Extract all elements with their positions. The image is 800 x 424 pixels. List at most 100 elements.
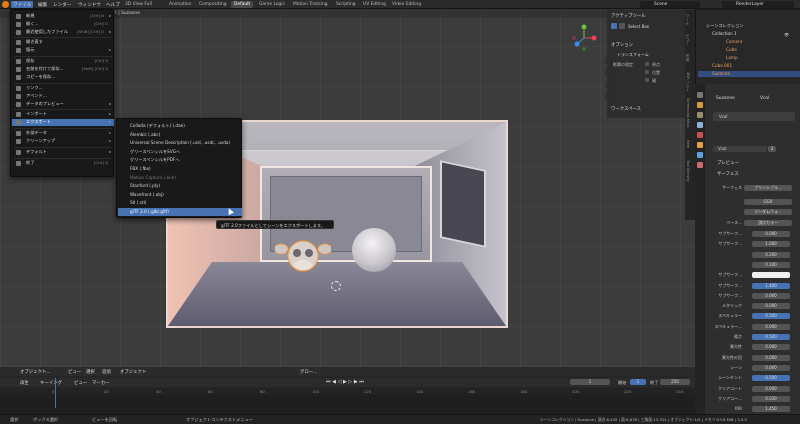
side-tab-create[interactable]: 作成	[686, 54, 691, 61]
outliner-camera[interactable]: Camera	[726, 39, 800, 45]
tab-default[interactable]: Default	[231, 1, 254, 8]
outliner-cube[interactable]: Cube	[726, 47, 800, 53]
tab-motion-tracking[interactable]: Motion Tracking	[290, 1, 331, 8]
viewport-object-menu[interactable]: オブジェクト	[120, 369, 146, 375]
transform-orientation-menu[interactable]: グロー...	[300, 369, 317, 375]
material-prop-field[interactable]	[752, 272, 790, 279]
material-prop-field[interactable]: 0.030	[752, 395, 790, 402]
menu-window[interactable]: ウィンドウ	[78, 2, 101, 8]
workspace-header[interactable]: ワークスペース	[611, 106, 641, 112]
menu-help[interactable]: ヘルプ	[106, 2, 120, 8]
view-layer-props-icon[interactable]	[697, 122, 703, 128]
export-item-stl[interactable]: Stl (.stl)	[118, 199, 242, 207]
material-prop-field[interactable]: 0.000	[752, 344, 790, 351]
material-prop-field[interactable]: 0.500	[752, 334, 790, 340]
timeline-view-menu[interactable]: ビュー	[74, 380, 87, 386]
timeline-marker-menu[interactable]: マーカー	[92, 380, 110, 386]
material-prop-field[interactable]: 0.000	[752, 323, 790, 330]
suzanne-monkey-object[interactable]	[275, 234, 331, 276]
material-prop-field[interactable]: 0.000	[752, 364, 790, 371]
material-users-count[interactable]: 3	[768, 146, 776, 152]
material-props-icon[interactable]	[697, 162, 703, 168]
outliner-scene-collection[interactable]: シーンコレクション	[706, 23, 800, 29]
distribution-field[interactable]: GGX	[744, 199, 792, 205]
file-menu-item-open[interactable]: 開く... [Ctrl] O	[12, 21, 114, 28]
menu-edit[interactable]: 編集	[38, 2, 47, 8]
material-prop-field[interactable]: 0.000	[752, 354, 790, 361]
render-props-icon[interactable]	[697, 102, 703, 108]
file-menu-item-revert[interactable]: 開き直す	[12, 39, 114, 46]
side-tab-item[interactable]: Item	[686, 140, 690, 148]
timeline-ruler[interactable]: 0 20 40 60 80 100 120 140 160 180 200 220 240	[0, 388, 695, 395]
material-prop-field[interactable]: 0.000	[752, 303, 790, 310]
side-tab-3d-print[interactable]: 3Dプリント	[686, 72, 691, 91]
origins-checkbox[interactable]	[645, 62, 649, 66]
material-prop-field[interactable]: 0.200	[752, 251, 790, 258]
subsurface-method-field[interactable]: ランダムウォ...	[744, 209, 792, 215]
outliner-suzanne[interactable]: Suzanne	[698, 71, 800, 77]
export-item-gltf[interactable]: glTF 2.0 (.glb/.gltf)	[118, 208, 242, 216]
file-menu-item-recover[interactable]: 復元 ▸	[12, 47, 114, 54]
material-prop-field[interactable]: 0.500	[752, 375, 790, 382]
timeline-tracks[interactable]	[0, 395, 695, 414]
file-menu-item-defaults[interactable]: デフォルト ▸	[12, 149, 114, 156]
file-menu-item-save[interactable]: 保存 [Ctrl] S	[12, 58, 114, 65]
file-menu-item-save-as[interactable]: 名前を付けて保存... [Shift] [Ctrl] S	[12, 66, 114, 73]
material-prop-field[interactable]: 0.000	[752, 231, 790, 237]
file-menu-item-open-recent[interactable]: 最近使用したファイル [Shift] [Ctrl] O ▸	[12, 29, 114, 36]
tab-compositing[interactable]: Compositing	[196, 1, 230, 8]
material-prop-field[interactable]: 1.000	[752, 241, 790, 248]
file-menu-item-clean-up[interactable]: クリーンアップ ▸	[12, 138, 114, 145]
outliner-lamp[interactable]: Lamp	[726, 55, 800, 61]
sphere-object[interactable]	[352, 228, 396, 272]
timeline-keying-menu[interactable]: キーイング	[40, 380, 62, 386]
file-menu-item-external-data[interactable]: 外部データ ▸	[12, 130, 114, 137]
material-prop-field[interactable]: 0.000	[752, 385, 790, 392]
file-menu-item-link[interactable]: リンク...	[12, 85, 114, 92]
material-prop-field[interactable]: 1.450	[752, 406, 790, 413]
tab-video-editing[interactable]: Video Editing	[389, 1, 424, 8]
material-prop-field[interactable]: 0.000	[752, 292, 790, 299]
material-prop-field[interactable]: 0.100	[752, 261, 790, 268]
navigation-gizmo-icon[interactable]	[570, 24, 598, 52]
timeline-playhead[interactable]	[55, 378, 56, 408]
scene-props-icon[interactable]	[697, 132, 703, 138]
side-tab-screencast-keys[interactable]: Screencast Keys	[686, 98, 690, 127]
export-item-usd[interactable]: Universal Scene Description (.usd, .usdc…	[118, 139, 242, 147]
menu-render[interactable]: レンダー	[53, 2, 71, 8]
side-tab-tool-density[interactable]: Tool Density	[686, 160, 690, 182]
tab-3d-view-full[interactable]: 3D View Full	[122, 1, 155, 8]
material-name-field[interactable]: Vcol	[713, 146, 767, 152]
material-slot-list[interactable]: Vcol	[713, 112, 795, 121]
material-prop-field[interactable]: 1.400	[752, 282, 790, 289]
locations-checkbox[interactable]	[645, 70, 649, 74]
file-menu-item-quit[interactable]: 終了 [Ctrl] Q	[12, 160, 114, 167]
output-props-icon[interactable]	[697, 112, 703, 118]
side-tab-view[interactable]: ビュー	[686, 34, 691, 45]
viewport-add-menu[interactable]: 追加	[102, 369, 111, 375]
active-tool-header[interactable]: アクティブツール	[611, 13, 646, 19]
parents-checkbox[interactable]	[645, 78, 649, 82]
blender-logo-icon[interactable]	[2, 1, 9, 8]
menu-file[interactable]: ファイル	[13, 2, 31, 8]
material-prop-field[interactable]: 0.500	[752, 313, 790, 320]
timeline-playback-menu[interactable]: 再生	[20, 380, 29, 386]
outliner-cube-001[interactable]: Cube.001	[712, 63, 800, 69]
viewport-mode-menu[interactable]: オブジェクト...	[20, 369, 51, 375]
render-layer-selector[interactable]: RenderLayer	[722, 1, 794, 8]
export-item-gpencil-svg[interactable]: グリースペンシルをSVGへ	[118, 148, 242, 156]
tab-uv-editing[interactable]: UV Editing	[360, 1, 389, 8]
select-tweak-icon[interactable]	[619, 23, 625, 29]
surface-shader-field[interactable]: プリンシプル...	[744, 185, 792, 191]
export-item-ply[interactable]: Stanford (.ply)	[118, 182, 242, 190]
export-item-collada[interactable]: Collada (デフォルト) (.dae)	[118, 122, 242, 130]
select-box-icon[interactable]	[611, 23, 617, 29]
surface-section-header[interactable]: サーフェス	[717, 171, 739, 177]
export-item-bvh[interactable]: Motion Capture (.bvh)	[118, 174, 242, 182]
export-item-gpencil-pdf[interactable]: グリースペンシルをPDFへ	[118, 156, 242, 164]
file-menu-item-new[interactable]: 新規 [Ctrl] N ▸	[12, 13, 114, 20]
object-props-icon[interactable]	[697, 142, 703, 148]
3d-cursor-icon[interactable]	[331, 281, 341, 291]
transform-header[interactable]: トランスフォーム	[617, 52, 649, 58]
frame-start-field[interactable]: 1	[630, 379, 646, 385]
